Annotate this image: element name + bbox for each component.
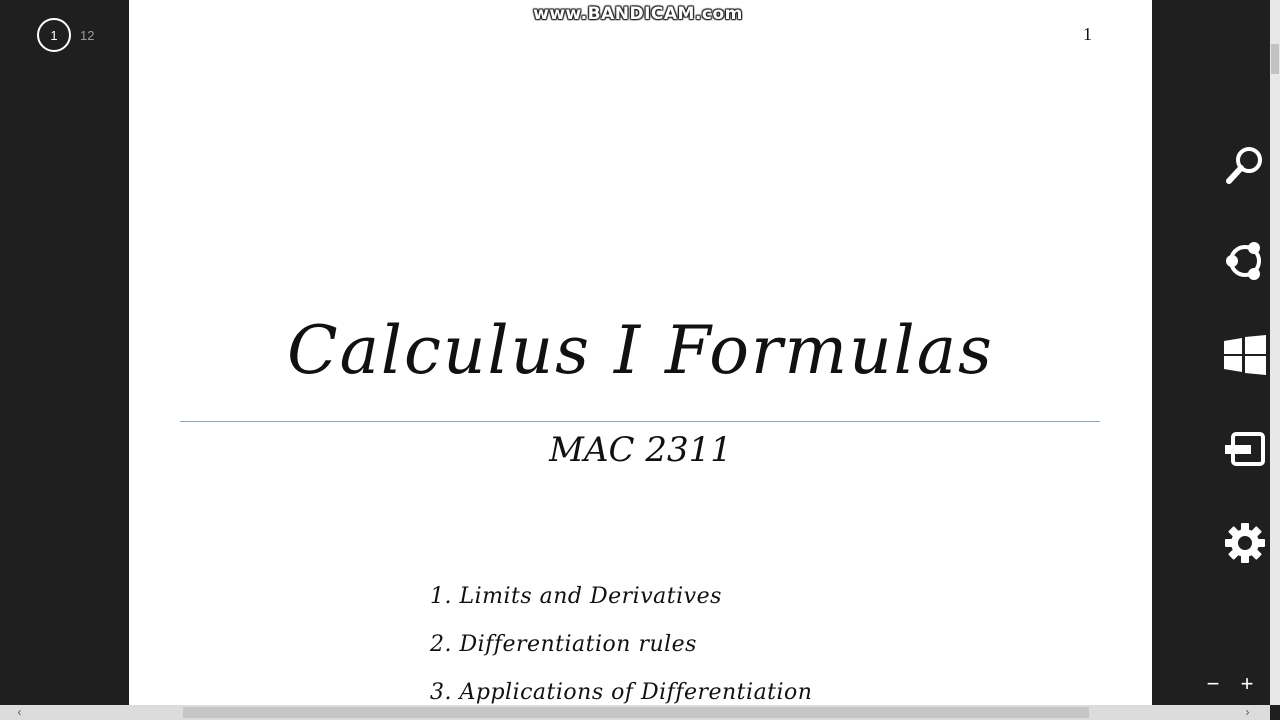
windows-start-icon (1224, 335, 1266, 375)
table-of-contents: 1. Limits and Derivatives 2. Differentia… (430, 578, 812, 705)
vertical-scroll-thumb[interactable] (1271, 44, 1279, 74)
settings-charm[interactable] (1220, 518, 1270, 568)
devices-icon (1225, 432, 1265, 466)
document-page: 1 Calculus I Formulas MAC 2311 1. Limits… (129, 0, 1152, 705)
title-divider (180, 421, 1100, 422)
scroll-left-arrow-icon[interactable]: ‹ (12, 705, 27, 720)
zoom-out-button[interactable]: − (1202, 672, 1224, 696)
page-number: 1 (1083, 24, 1092, 44)
toc-item: 3. Applications of Differentiation (430, 680, 813, 705)
search-icon (1226, 147, 1262, 184)
total-pages: 12 (80, 27, 95, 43)
document-subtitle: MAC 2311 (549, 430, 732, 470)
vertical-scrollbar[interactable] (1270, 0, 1280, 705)
recording-watermark: www.BANDICAM.com (533, 4, 743, 24)
horizontal-scroll-thumb[interactable] (183, 707, 1089, 718)
document-title: Calculus I Formulas (287, 312, 994, 389)
page-indicator[interactable]: 1 12 (37, 18, 94, 52)
toc-item: 2. Differentiation rules (430, 632, 697, 657)
toc-item: 1. Limits and Derivatives (430, 584, 722, 609)
settings-gear-icon (1225, 523, 1265, 563)
start-charm[interactable] (1220, 330, 1270, 380)
left-pane: 1 12 (0, 0, 129, 705)
zoom-in-button[interactable]: + (1236, 672, 1258, 696)
search-charm[interactable] (1220, 140, 1270, 190)
charms-bar: − + (1152, 0, 1270, 705)
scroll-right-arrow-icon[interactable]: › (1240, 705, 1255, 720)
share-icon (1226, 242, 1261, 280)
devices-charm[interactable] (1220, 424, 1270, 474)
share-charm[interactable] (1220, 236, 1270, 286)
horizontal-scrollbar[interactable]: ‹ › (0, 705, 1270, 720)
current-page-number[interactable]: 1 (37, 18, 71, 52)
